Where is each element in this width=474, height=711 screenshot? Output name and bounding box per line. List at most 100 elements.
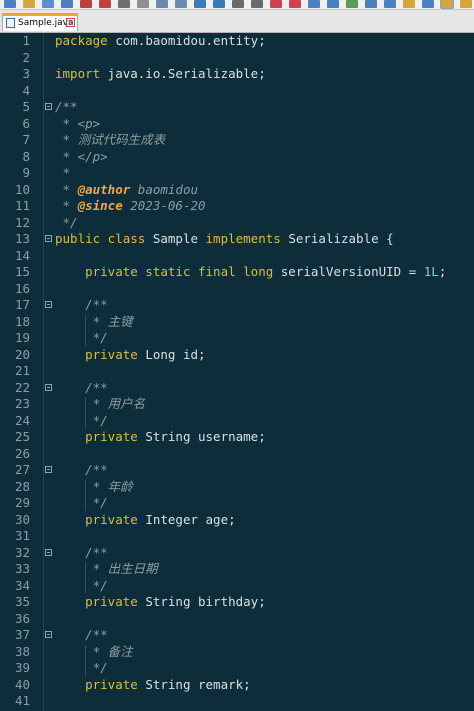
code-token: private (55, 346, 138, 362)
new-file-icon[interactable] (4, 0, 16, 8)
code-line: 25 private String username; (0, 429, 474, 446)
code-token: Serializable { (280, 231, 394, 246)
zoom-in-icon[interactable] (270, 0, 282, 8)
code-text: */ (55, 413, 108, 430)
code-line: 12 */ (0, 215, 474, 232)
sync-v-icon[interactable] (308, 0, 320, 8)
code-line: 7 * 测试代码生成表 (0, 132, 474, 149)
code-line: 29 */ (0, 495, 474, 512)
code-token: * 年龄 (55, 478, 133, 494)
fold-toggle-icon[interactable] (45, 235, 52, 242)
line-number: 1 (22, 33, 30, 48)
udl-icon[interactable] (403, 0, 415, 8)
undo-icon[interactable] (194, 0, 206, 8)
code-token: String birthday; (137, 594, 266, 609)
tab-bar: Sample.java × (0, 10, 474, 33)
code-text: public class Sample implements Serializa… (55, 231, 394, 248)
line-number: 18 (14, 313, 30, 329)
sync-h-icon[interactable] (327, 0, 339, 8)
code-line: 39 */ (0, 660, 474, 677)
code-token: @since (77, 198, 123, 213)
indent-guide (85, 397, 86, 428)
cut-icon[interactable] (137, 0, 149, 8)
close-tab-icon[interactable]: × (66, 18, 75, 27)
copy-icon[interactable] (156, 0, 168, 8)
line-number: 2 (22, 49, 30, 65)
code-token: * 用户名 (55, 396, 146, 411)
zoom-out-icon[interactable] (289, 0, 301, 8)
folder-workspace-icon[interactable] (460, 0, 472, 8)
line-number: 21 (14, 363, 30, 378)
code-line: 40 private String remark; (0, 677, 474, 694)
save-icon[interactable] (42, 0, 54, 8)
code-text: /** (55, 462, 108, 479)
save-all-icon[interactable] (61, 0, 73, 8)
code-token: /** (55, 297, 108, 312)
line-number: 28 (14, 478, 30, 494)
code-line: 33 * 出生日期 (0, 561, 474, 578)
fold-toggle-icon[interactable] (45, 103, 52, 110)
code-line: 38 * 备注 (0, 644, 474, 661)
line-number: 31 (14, 528, 30, 543)
code-token: public class (55, 231, 146, 246)
tab-sample-java[interactable]: Sample.java × (2, 13, 78, 31)
code-token: * (55, 198, 78, 213)
code-token: * 备注 (55, 643, 133, 659)
redo-icon[interactable] (213, 0, 225, 8)
code-token: private (55, 594, 138, 609)
code-token: Integer age; (137, 511, 236, 527)
fold-toggle-icon[interactable] (45, 383, 52, 391)
code-text: * @author baomidou (55, 182, 198, 199)
fold-toggle-icon[interactable] (45, 301, 52, 308)
line-number: 10 (14, 181, 30, 197)
open-file-icon[interactable] (23, 0, 35, 8)
line-number: 11 (14, 198, 30, 213)
tab-active-indicator (3, 14, 77, 16)
indent-guide (85, 314, 86, 346)
wrap-icon[interactable] (346, 0, 358, 8)
code-text: /** (55, 627, 108, 644)
code-line: 14 (0, 248, 474, 265)
fold-toggle-icon[interactable] (45, 548, 52, 556)
code-token: * 出生日期 (55, 561, 158, 576)
code-token: */ (55, 660, 108, 675)
code-line: 3 import java.io.Serializable; (0, 66, 474, 83)
code-line: 31 (0, 528, 474, 545)
print-icon[interactable] (118, 0, 130, 8)
code-text: package com.baomidou.entity; (55, 33, 266, 50)
code-token: baomidou (130, 181, 198, 197)
fold-toggle-icon[interactable] (45, 631, 52, 638)
code-line: 15 private static final long serialVersi… (0, 264, 474, 281)
line-number: 27 (14, 462, 30, 477)
indent-guide (85, 644, 86, 676)
code-text: */ (55, 215, 78, 232)
code-text: * </p> (55, 149, 108, 166)
indent-guide-icon[interactable] (384, 0, 396, 8)
function-list-icon[interactable] (440, 0, 454, 9)
code-token: private static final long (55, 264, 274, 279)
code-token: * (55, 165, 71, 180)
code-token: Long id; (137, 346, 206, 362)
code-token: @author (77, 181, 131, 197)
code-line: 17 /** (0, 297, 474, 314)
code-text: */ (55, 578, 108, 595)
code-text: * <p> (55, 116, 101, 133)
code-text: /** (55, 545, 108, 562)
line-number: 17 (14, 297, 30, 312)
fold-toggle-icon[interactable] (45, 466, 52, 473)
all-chars-icon[interactable] (365, 0, 377, 8)
code-token: implements (205, 231, 281, 246)
find-icon[interactable] (232, 0, 244, 8)
close-all-icon[interactable] (99, 0, 111, 8)
close-icon[interactable] (80, 0, 92, 8)
line-number: 5 (22, 99, 30, 114)
code-token: * 测试代码生成表 (55, 132, 166, 147)
doc-map-icon[interactable] (422, 0, 434, 8)
paste-icon[interactable] (175, 0, 187, 8)
code-token: package (55, 33, 108, 48)
code-token: private (55, 429, 138, 444)
code-text: * (55, 165, 71, 182)
code-token: */ (55, 495, 108, 510)
replace-icon[interactable] (251, 0, 263, 8)
line-number: 24 (14, 412, 30, 428)
